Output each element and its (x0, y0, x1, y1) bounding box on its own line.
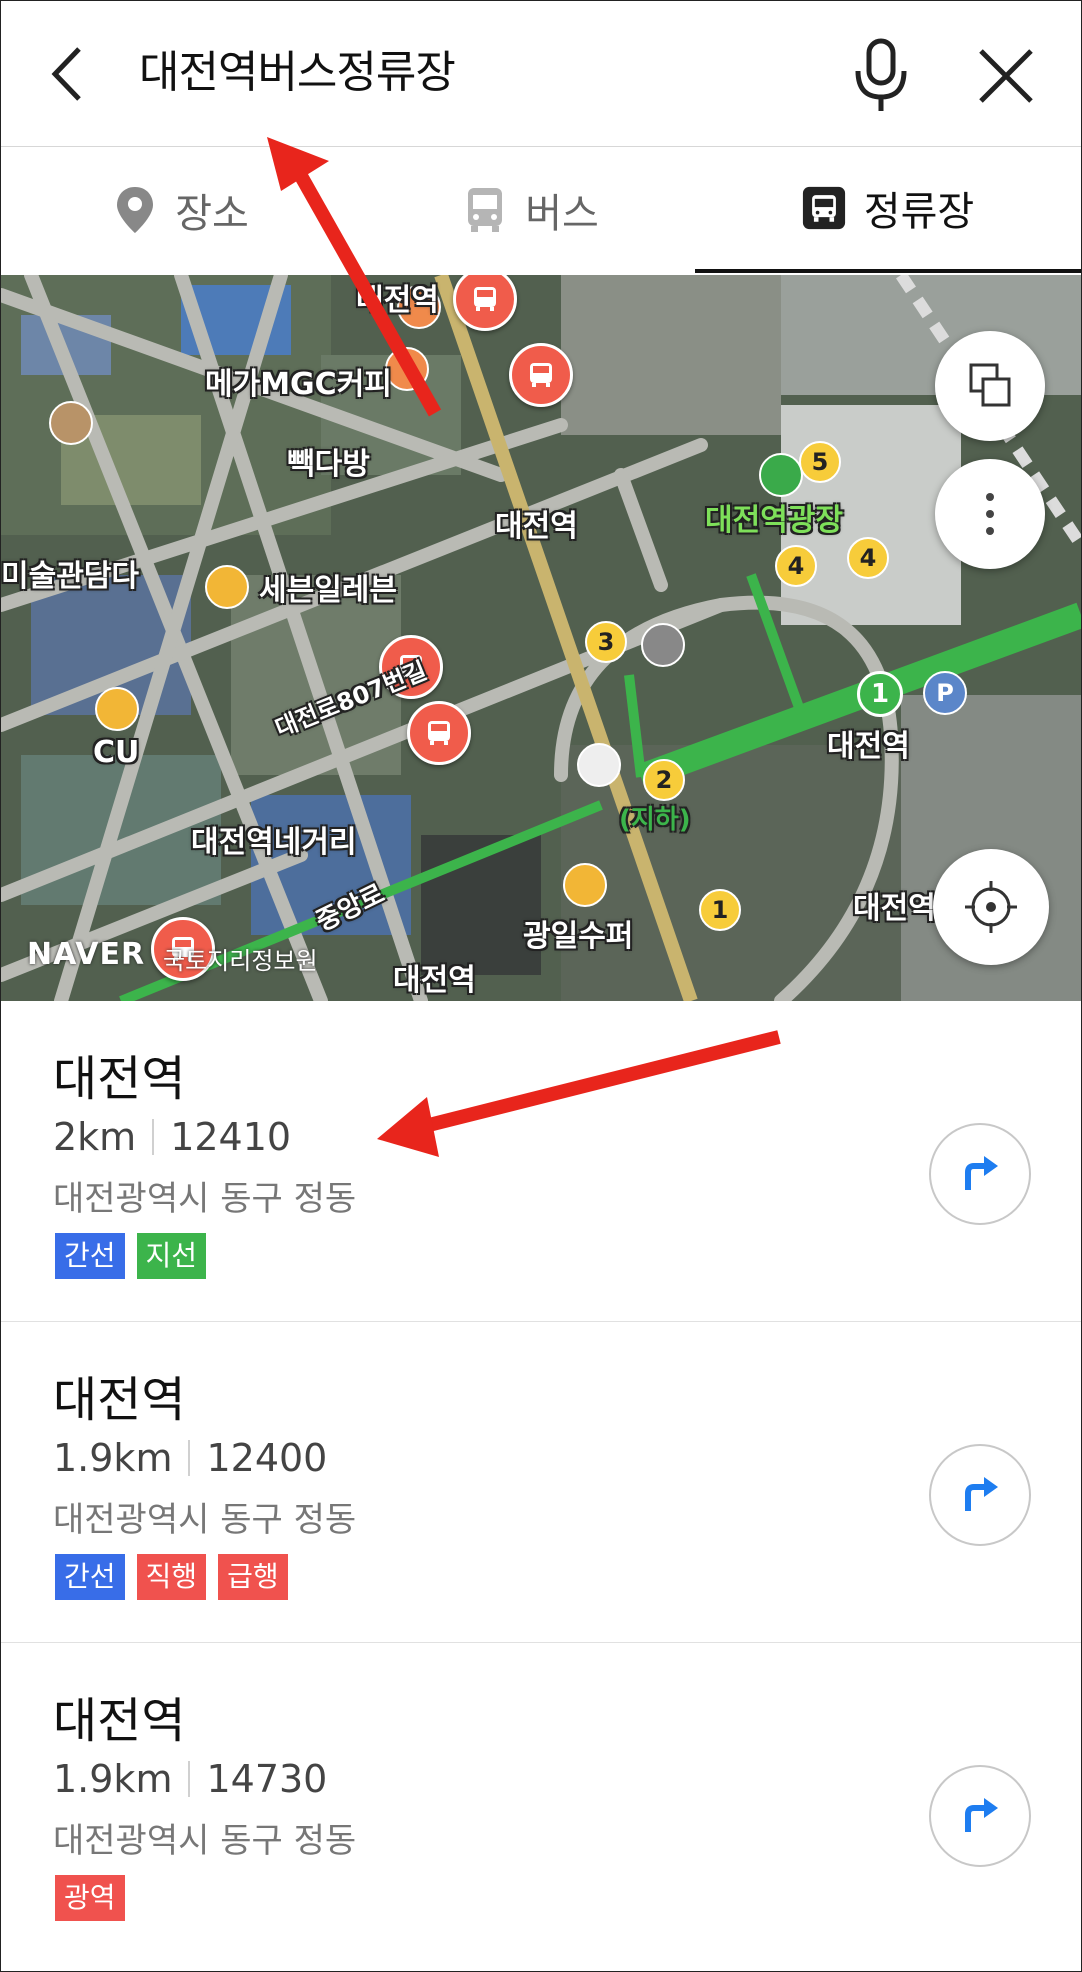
route-badge: 간선 (55, 1554, 125, 1600)
stop-distance: 1.9km (53, 1436, 173, 1480)
divider (188, 1440, 191, 1476)
stop-meta: 1.9km 14730 (53, 1757, 327, 1801)
directions-arrow-icon (965, 1156, 998, 1190)
bus-icon (463, 185, 507, 235)
directions-button[interactable] (929, 1123, 1031, 1225)
search-input[interactable]: 대전역버스정류장 (139, 41, 456, 105)
stop-id: 12410 (170, 1115, 292, 1159)
app-frame: 대전역버스정류장 장소 버스 정류장 P 1 2 3 4 4 5 1 대전역 메… (0, 0, 1082, 1972)
route-type-badges: 간선 직행 급행 (55, 1554, 288, 1600)
stop-id: 14730 (206, 1757, 328, 1801)
exit-number: 1 (699, 889, 741, 931)
gallery-pin-icon[interactable] (49, 401, 93, 445)
map-label: 대전역 (356, 283, 439, 318)
map-label: 대전역네거리 (191, 825, 357, 860)
route-type-badges: 간선 지선 (55, 1233, 207, 1279)
stop-address: 대전광역시 동구 정동 (53, 1500, 357, 1540)
close-icon[interactable] (971, 41, 1041, 111)
bus-stop-pin[interactable] (407, 701, 471, 765)
tab-bus-stop[interactable]: 정류장 (695, 147, 1081, 273)
location-pin-icon (113, 185, 157, 235)
stop-name: 대전역 (53, 1051, 186, 1107)
stop-name: 대전역 (53, 1693, 186, 1749)
directions-arrow-icon (965, 1798, 998, 1832)
exit-number: 2 (643, 759, 685, 801)
stop-address: 대전광역시 동구 정동 (53, 1179, 357, 1219)
back-arrow-icon[interactable] (41, 39, 111, 109)
park-pin-icon[interactable] (759, 453, 803, 497)
exit-number: 4 (775, 545, 817, 587)
directions-button[interactable] (929, 1444, 1031, 1546)
parking-label: P (936, 679, 954, 707)
exit-number: 5 (799, 441, 841, 483)
list-item[interactable]: 대전역 1.9km 12400 대전광역시 동구 정동 간선 직행 급행 (1, 1322, 1081, 1643)
tab-label: 장소 (175, 191, 249, 237)
list-item[interactable]: 대전역 1.9km 14730 대전광역시 동구 정동 광역 (1, 1643, 1081, 1963)
route-badge: 직행 (136, 1554, 207, 1600)
store-pin-icon[interactable] (563, 863, 607, 907)
map-label: 대전역광장 (705, 503, 843, 538)
stop-meta: 1.9km 12400 (53, 1436, 327, 1480)
cctv-pin-icon[interactable] (577, 743, 621, 787)
route-badge: 급행 (218, 1554, 288, 1600)
tab-place[interactable]: 장소 (1, 147, 361, 273)
route-badge: 지선 (136, 1233, 207, 1279)
search-bar: 대전역버스정류장 (1, 1, 1081, 147)
directions-arrow-icon (965, 1477, 998, 1511)
map-label: (지하) (619, 805, 691, 835)
map-label: 빽다방 (287, 447, 370, 482)
tab-label: 버스 (525, 191, 599, 237)
map-label: 대전역 (495, 509, 578, 544)
stop-name: 대전역 (53, 1372, 186, 1428)
search-type-tabs: 장소 버스 정류장 (1, 147, 1081, 275)
stop-distance: 1.9km (53, 1757, 173, 1801)
exit-number: 3 (585, 621, 627, 663)
map-label: 메가MGC커피 (205, 367, 392, 402)
stop-address: 대전광역시 동구 정동 (53, 1821, 357, 1861)
bus-stop-pin[interactable] (509, 343, 573, 407)
map-view[interactable]: P 1 2 3 4 4 5 1 대전역 메가MGC커피 빽다방 대전역 대전역광… (1, 275, 1081, 1001)
divider (188, 1761, 191, 1797)
bus-stop-icon (802, 183, 846, 233)
stop-id: 12400 (206, 1436, 328, 1480)
layers-icon[interactable] (935, 331, 1045, 441)
map-label: 미술관담다 (1, 559, 139, 594)
map-label: 세븐일레븐 (259, 573, 397, 608)
map-label: 광일수퍼 (523, 919, 634, 954)
tab-label: 정류장 (863, 189, 975, 235)
stop-distance: 2km (53, 1115, 137, 1159)
tab-bus[interactable]: 버스 (361, 147, 701, 273)
list-item[interactable]: 대전역 2km 12410 대전광역시 동구 정동 간선 지선 (1, 1001, 1081, 1322)
parking-pin-icon[interactable]: P (923, 671, 967, 715)
store-pin-icon[interactable] (95, 687, 139, 731)
microphone-icon[interactable] (846, 35, 916, 115)
route-badge: 광역 (55, 1875, 125, 1921)
map-label: 대전역 (827, 729, 910, 764)
results-list: 대전역 2km 12410 대전광역시 동구 정동 간선 지선 대전역 1.9k… (1, 1001, 1081, 1963)
current-location-icon[interactable] (933, 849, 1049, 965)
map-copyright: 국토지리정보원 (163, 947, 318, 975)
divider (152, 1119, 155, 1155)
map-label: CU (93, 735, 140, 770)
route-type-badges: 광역 (55, 1875, 125, 1921)
map-label: 대전역 (853, 891, 936, 926)
subway-line-badge: 1 (857, 671, 903, 717)
map-label: 대전역 (393, 963, 476, 998)
store-pin-icon[interactable] (205, 565, 249, 609)
directions-button[interactable] (929, 1765, 1031, 1867)
route-badge: 간선 (55, 1233, 125, 1279)
more-vertical-icon[interactable] (935, 459, 1045, 569)
naver-watermark: NAVER (27, 937, 146, 972)
stop-meta: 2km 12410 (53, 1115, 291, 1159)
exit-number: 4 (847, 537, 889, 579)
